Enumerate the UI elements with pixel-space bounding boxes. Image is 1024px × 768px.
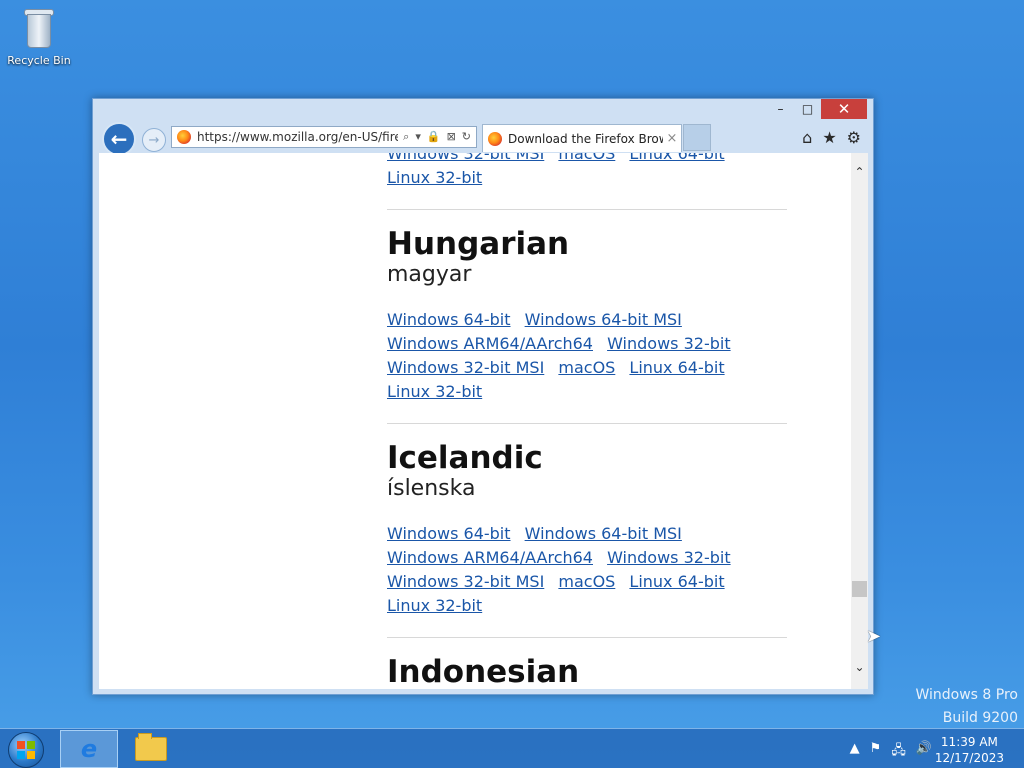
language-block-icelandic: Icelandic íslenska Windows 64-bit Window… xyxy=(387,441,787,618)
minimize-button[interactable]: – xyxy=(767,99,794,119)
network-icon[interactable]: 🖧 xyxy=(891,741,906,763)
lock-icon[interactable]: 🔒 xyxy=(427,130,441,144)
watermark-edition: Windows 8 Pro xyxy=(915,687,1018,703)
download-link[interactable]: macOS xyxy=(558,358,615,377)
separator xyxy=(387,209,787,210)
language-block-hungarian: Hungarian magyar Windows 64-bit Windows … xyxy=(387,227,787,404)
download-link[interactable]: Linux 64-bit xyxy=(629,153,724,163)
download-link[interactable]: Windows 32-bit xyxy=(607,334,731,353)
taskbar-file-explorer-icon[interactable] xyxy=(124,730,178,768)
clock[interactable]: 11:39 AM 12/17/2023 xyxy=(935,734,1004,766)
download-link[interactable]: Windows 64-bit MSI xyxy=(525,310,682,329)
download-link[interactable]: Linux 32-bit xyxy=(387,596,482,615)
browser-tools: ⌂ ★ ⚙ xyxy=(802,128,861,147)
action-center-flag-icon[interactable]: ⚑ xyxy=(870,741,882,763)
download-link[interactable]: Linux 64-bit xyxy=(629,572,724,591)
scroll-up-icon[interactable]: ⌃ xyxy=(851,165,868,182)
partial-language-block: Windows 32-bit MSI macOS Linux 64-bit Li… xyxy=(387,153,787,190)
search-icon[interactable]: ⌕ xyxy=(403,130,409,144)
clock-time: 11:39 AM xyxy=(940,735,998,749)
compatibility-view-icon[interactable]: ⊠ xyxy=(447,130,456,144)
language-name: Hungarian xyxy=(387,226,570,262)
language-native-name: magyar xyxy=(387,262,472,287)
tools-gear-icon[interactable]: ⚙ xyxy=(847,128,861,147)
browser-window: – □ ✕ ← → https://www.mozilla.org/en-US/… xyxy=(92,98,874,695)
download-link[interactable]: Linux 32-bit xyxy=(387,382,482,401)
home-icon[interactable]: ⌂ xyxy=(802,128,812,147)
address-url[interactable]: https://www.mozilla.org/en-US/firefc xyxy=(197,130,398,144)
download-link[interactable]: Linux 64-bit xyxy=(629,358,724,377)
system-tray: ▲ ⚑ 🖧 🔊 xyxy=(850,741,932,763)
download-link[interactable]: Windows 32-bit MSI xyxy=(387,572,544,591)
taskbar: e ▲ ⚑ 🖧 🔊 11:39 AM 12/17/2023 xyxy=(0,728,1024,768)
scroll-down-icon[interactable]: ⌄ xyxy=(851,660,868,677)
scroll-thumb[interactable] xyxy=(852,581,867,597)
vertical-scrollbar[interactable]: ⌃ ⌄ xyxy=(851,153,868,689)
new-tab-button[interactable] xyxy=(683,124,711,151)
language-name: Indonesian xyxy=(387,654,580,689)
volume-icon[interactable]: 🔊 xyxy=(916,741,932,763)
recycle-bin-graphic xyxy=(21,6,57,50)
language-native-name: íslenska xyxy=(387,476,476,501)
download-link[interactable]: Windows 64-bit xyxy=(387,524,511,543)
folder-icon xyxy=(135,733,167,761)
watermark-build: Build 9200 xyxy=(942,710,1018,726)
refresh-icon[interactable]: ↻ xyxy=(462,130,471,144)
back-button[interactable]: ← xyxy=(102,122,136,156)
address-tools: ⌕ ▾ 🔒 ⊠ ↻ xyxy=(398,130,476,144)
tab-firefox-download[interactable]: Download the Firefox Brow... × xyxy=(482,124,682,152)
close-button[interactable]: ✕ xyxy=(821,99,867,119)
dropdown-icon[interactable]: ▾ xyxy=(415,130,421,144)
windows-logo-icon xyxy=(17,741,35,759)
download-link[interactable]: Windows 64-bit xyxy=(387,310,511,329)
recycle-bin-icon[interactable]: Recycle Bin xyxy=(6,6,72,67)
language-name: Icelandic xyxy=(387,440,543,476)
show-hidden-icons-icon[interactable]: ▲ xyxy=(850,741,860,763)
taskbar-internet-explorer-icon[interactable]: e xyxy=(60,730,118,768)
clock-date: 12/17/2023 xyxy=(934,751,1004,765)
tab-title: Download the Firefox Brow... xyxy=(508,131,663,146)
download-link[interactable]: Windows 32-bit MSI xyxy=(387,358,544,377)
recycle-bin-label: Recycle Bin xyxy=(7,54,71,67)
separator xyxy=(387,637,787,638)
favorites-icon[interactable]: ★ xyxy=(822,128,836,147)
download-link[interactable]: Windows 32-bit xyxy=(607,548,731,567)
mouse-cursor-icon: ➤ xyxy=(866,626,882,647)
download-link[interactable]: Windows ARM64/AArch64 xyxy=(387,548,593,567)
forward-button[interactable]: → xyxy=(142,128,166,152)
start-button[interactable] xyxy=(8,732,44,768)
maximize-button[interactable]: □ xyxy=(794,99,821,119)
download-link[interactable]: macOS xyxy=(558,153,615,163)
download-link[interactable]: Windows 64-bit MSI xyxy=(525,524,682,543)
download-link[interactable]: Windows 32-bit MSI xyxy=(387,153,544,163)
language-block-indonesian: Indonesian xyxy=(387,655,787,689)
address-bar[interactable]: https://www.mozilla.org/en-US/firefc ⌕ ▾… xyxy=(171,126,477,148)
separator xyxy=(387,423,787,424)
download-link[interactable]: Linux 32-bit xyxy=(387,168,482,187)
page-content: Windows 32-bit MSI macOS Linux 64-bit Li… xyxy=(99,153,851,689)
download-link[interactable]: Windows ARM64/AArch64 xyxy=(387,334,593,353)
download-link[interactable]: macOS xyxy=(558,572,615,591)
window-controls: – □ ✕ xyxy=(767,99,867,119)
windows-watermark: Windows 8 Pro Build 9200 xyxy=(915,684,1018,730)
firefox-favicon-icon xyxy=(177,130,191,144)
tab-close-icon[interactable]: × xyxy=(663,131,681,146)
tab-favicon-icon xyxy=(488,131,502,146)
navigation-bar: ← → https://www.mozilla.org/en-US/firefc… xyxy=(93,120,873,156)
